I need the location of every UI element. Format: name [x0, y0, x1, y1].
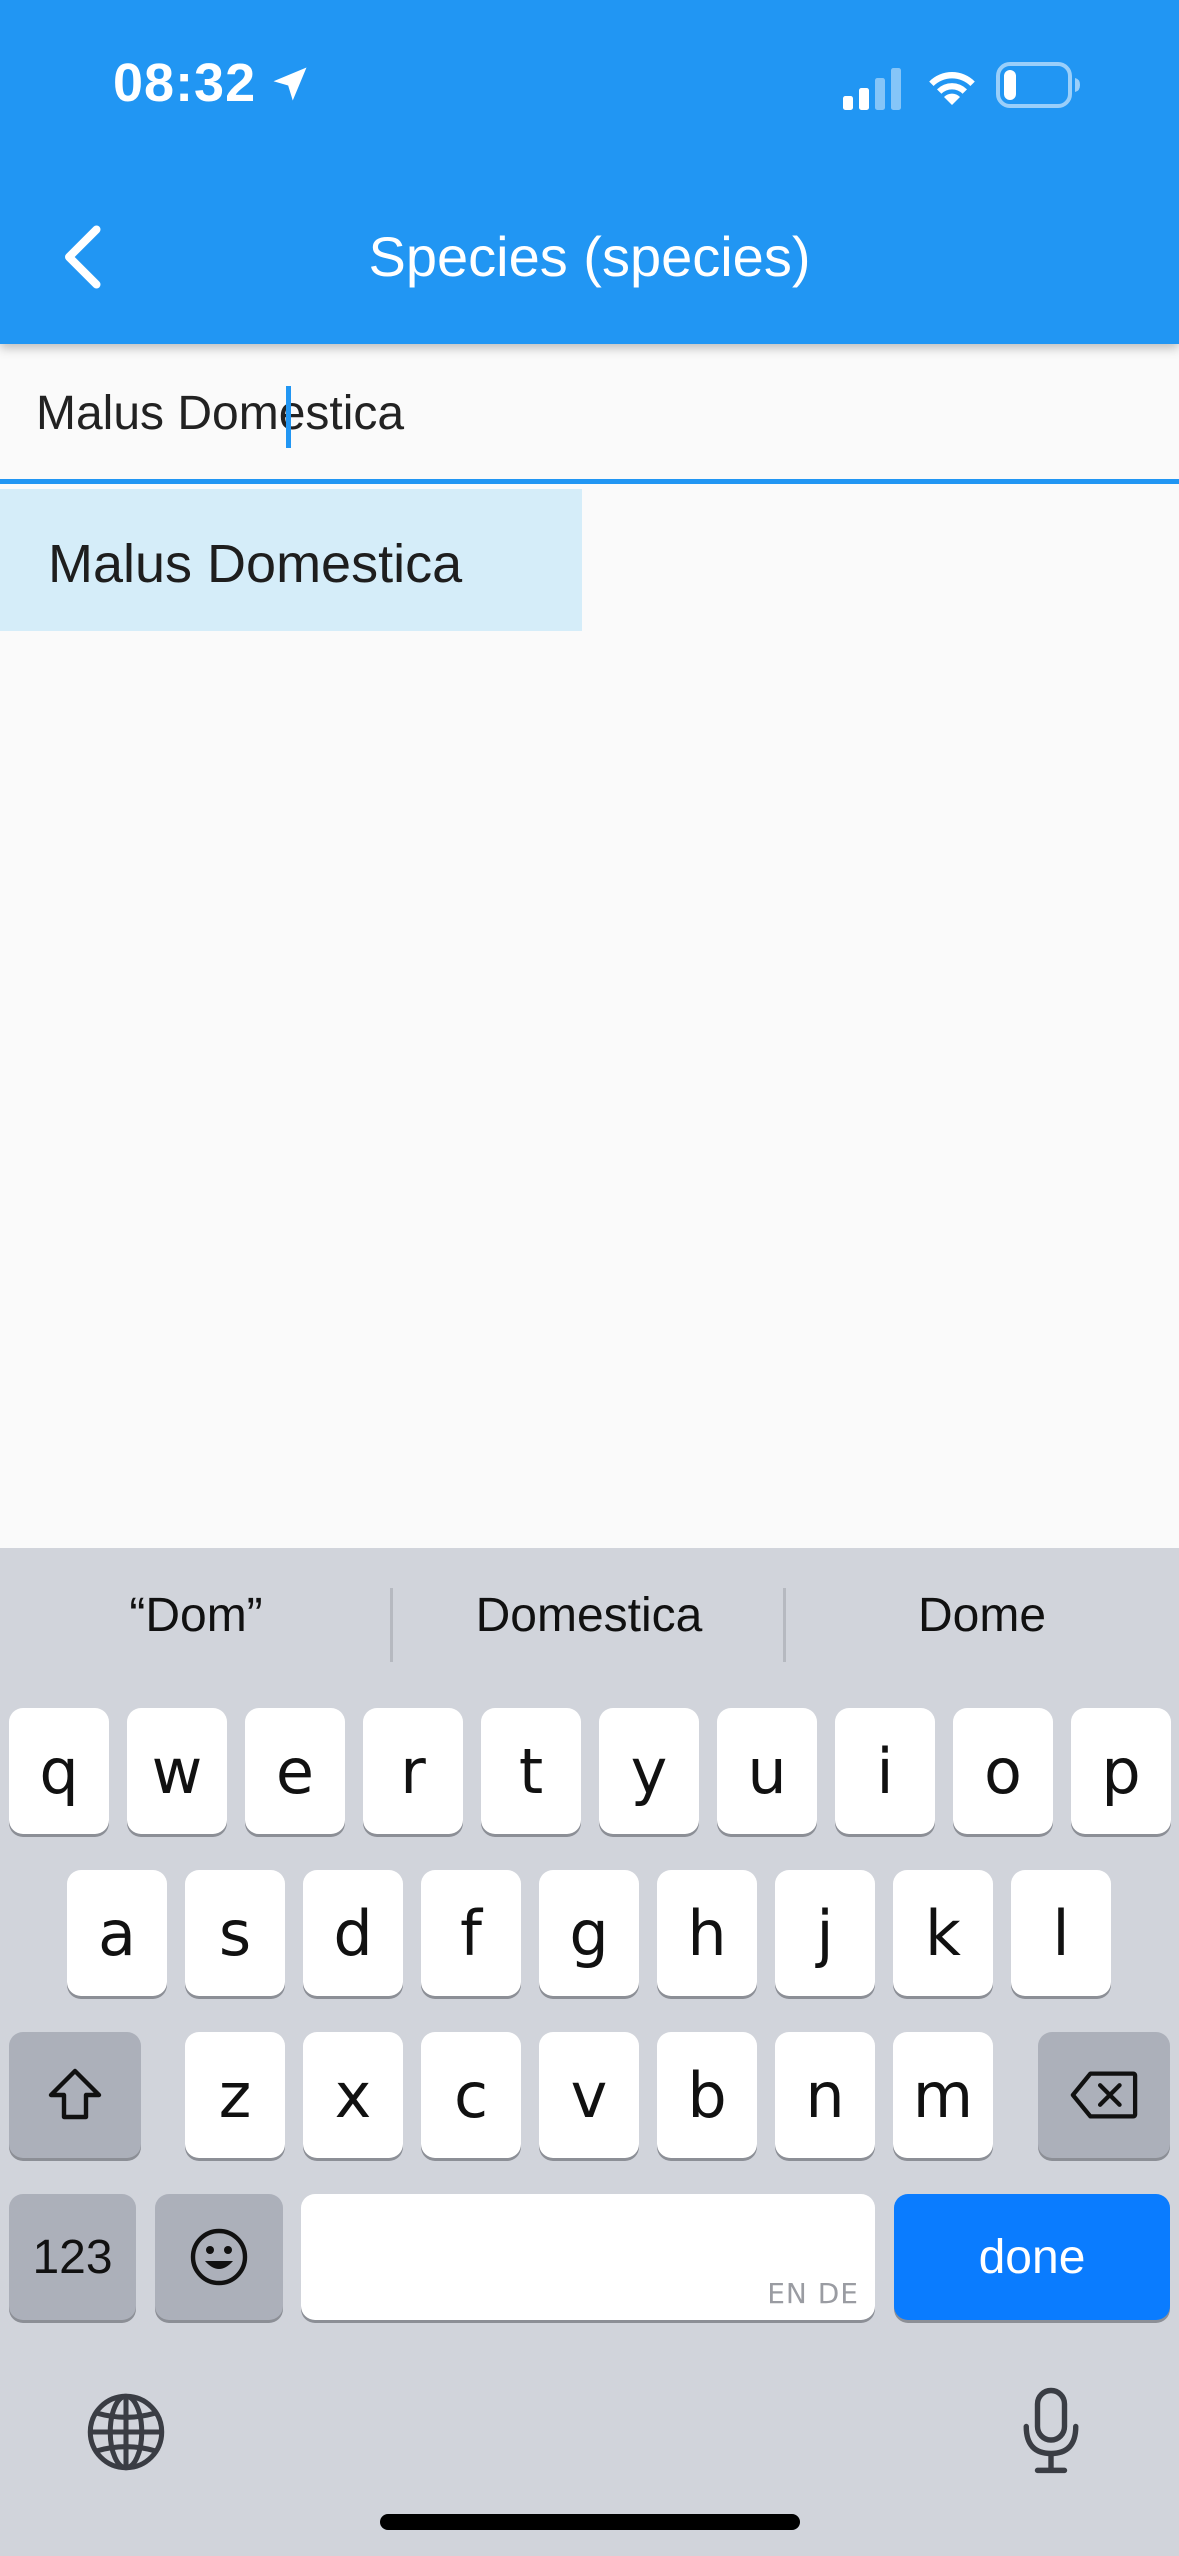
space-key[interactable]: EN DE: [301, 2194, 875, 2320]
key-f[interactable]: f: [421, 1870, 521, 1996]
home-indicator[interactable]: [380, 2514, 800, 2530]
key-d[interactable]: d: [303, 1870, 403, 1996]
suggestion-label: Malus Domestica: [48, 534, 463, 594]
key-i[interactable]: i: [835, 1708, 935, 1834]
location-arrow-icon: [273, 67, 307, 101]
key-m[interactable]: m: [893, 2032, 993, 2158]
key-b[interactable]: b: [657, 2032, 757, 2158]
wifi-icon: [929, 72, 975, 105]
key-l[interactable]: l: [1011, 1870, 1111, 1996]
text-caret: [286, 386, 291, 448]
status-time: 08:32: [113, 53, 257, 113]
key-u[interactable]: u: [717, 1708, 817, 1834]
suggestion-item[interactable]: Malus Domestica: [0, 489, 582, 631]
battery-icon: [996, 62, 1080, 108]
keyboard: “Dom” Domestica Dome q w e r t y u i o p…: [0, 1548, 1179, 2556]
key-r[interactable]: r: [363, 1708, 463, 1834]
key-p[interactable]: p: [1071, 1708, 1171, 1834]
key-w[interactable]: w: [127, 1708, 227, 1834]
key-y[interactable]: y: [599, 1708, 699, 1834]
microphone-icon[interactable]: [1016, 2386, 1086, 2476]
done-key[interactable]: done: [894, 2194, 1170, 2320]
key-j[interactable]: j: [775, 1870, 875, 1996]
shift-icon: [48, 2068, 102, 2120]
globe-icon[interactable]: [84, 2390, 168, 2474]
space-language-label: EN DE: [767, 2277, 859, 2310]
key-n[interactable]: n: [775, 2032, 875, 2158]
app-bar: 08:32 Species (species): [0, 0, 1179, 344]
key-g[interactable]: g: [539, 1870, 639, 1996]
key-a[interactable]: a: [67, 1870, 167, 1996]
emoji-key[interactable]: [155, 2194, 283, 2320]
search-input-value: Malus Domestica: [36, 387, 405, 440]
key-x[interactable]: x: [303, 2032, 403, 2158]
key-e[interactable]: e: [245, 1708, 345, 1834]
delete-key[interactable]: [1038, 2032, 1170, 2158]
prediction-2[interactable]: Domestica: [393, 1588, 785, 1643]
cellular-signal-icon: [843, 68, 901, 110]
key-o[interactable]: o: [953, 1708, 1053, 1834]
search-input[interactable]: Malus Domestica: [0, 344, 1179, 484]
key-h[interactable]: h: [657, 1870, 757, 1996]
page-title: Species (species): [368, 225, 811, 288]
numbers-key[interactable]: 123: [9, 2194, 136, 2320]
key-k[interactable]: k: [893, 1870, 993, 1996]
prediction-1[interactable]: “Dom”: [0, 1588, 392, 1643]
key-t[interactable]: t: [481, 1708, 581, 1834]
shift-key[interactable]: [9, 2032, 141, 2158]
key-s[interactable]: s: [185, 1870, 285, 1996]
key-z[interactable]: z: [185, 2032, 285, 2158]
backspace-icon: [1070, 2071, 1138, 2119]
key-v[interactable]: v: [539, 2032, 639, 2158]
predictive-bar: “Dom” Domestica Dome: [0, 1548, 1179, 1700]
key-c[interactable]: c: [421, 2032, 521, 2158]
prediction-3[interactable]: Dome: [786, 1588, 1178, 1643]
emoji-icon: [190, 2228, 248, 2286]
key-q[interactable]: q: [9, 1708, 109, 1834]
